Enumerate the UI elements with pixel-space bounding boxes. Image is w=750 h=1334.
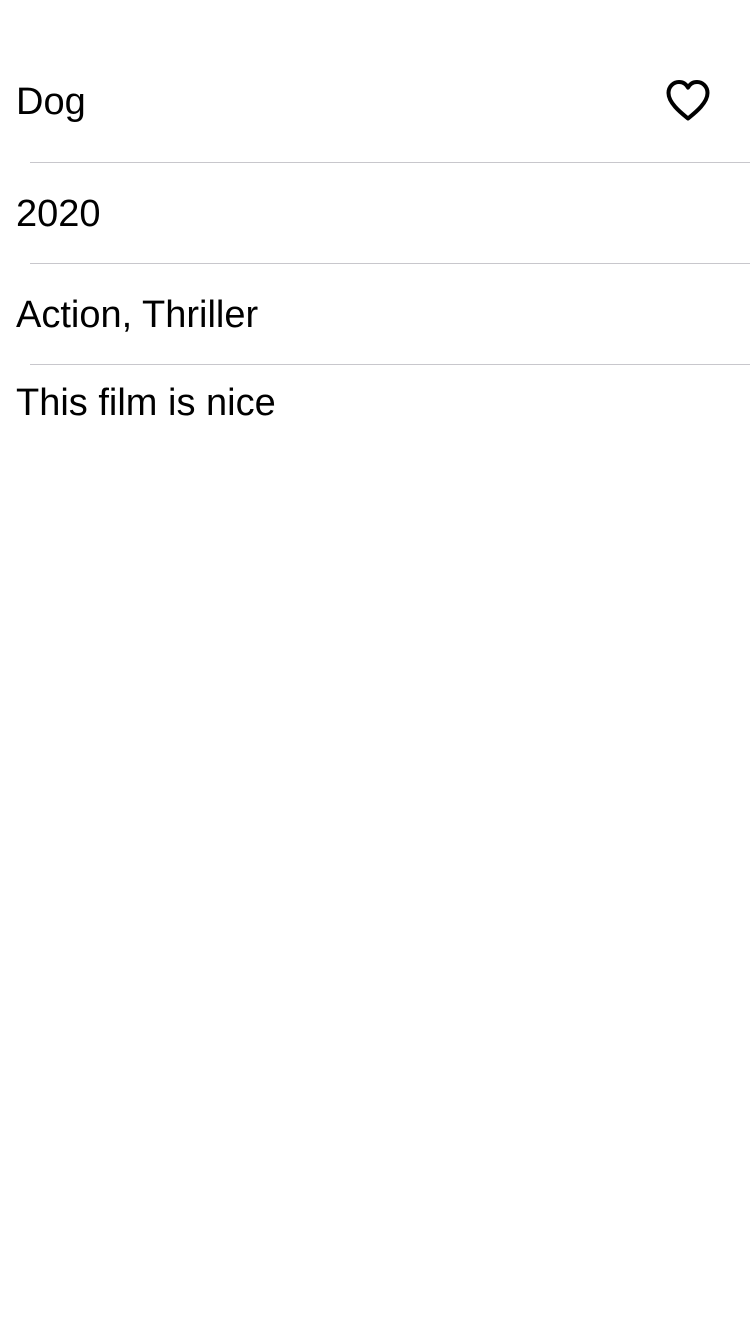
movie-title: Dog	[16, 81, 86, 123]
year-row: 2020	[0, 163, 750, 264]
movie-description: This film is nice	[16, 382, 276, 424]
title-row: Dog	[0, 0, 750, 163]
movie-genres: Action, Thriller	[16, 294, 259, 336]
description-row: This film is nice	[0, 365, 750, 445]
movie-detail-screen: Dog 2020 Action, Thriller This film is n…	[0, 0, 750, 1334]
movie-year: 2020	[16, 193, 101, 235]
heart-outline-icon	[666, 80, 710, 121]
favorite-button[interactable]	[660, 74, 716, 126]
genres-row: Action, Thriller	[0, 264, 750, 365]
